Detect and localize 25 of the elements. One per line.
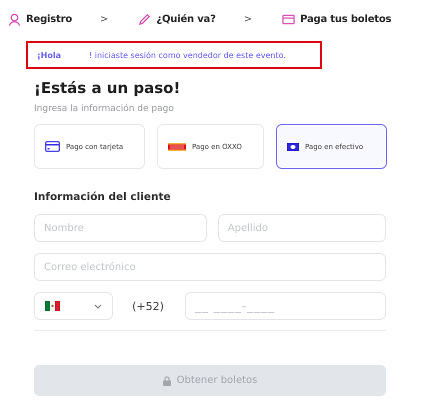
step-separator: > <box>244 14 252 24</box>
phone-field[interactable]: __ ____-____ <box>185 292 386 320</box>
chevron-down-icon <box>94 304 102 308</box>
subtitle: Ingresa la información de pago <box>34 104 175 114</box>
country-select[interactable] <box>34 292 113 320</box>
step-label[interactable]: ¿Quién va? <box>138 12 216 26</box>
step-label[interactable]: Registro <box>8 12 72 26</box>
user-icon <box>8 12 21 26</box>
banknote-icon <box>287 142 299 150</box>
last-name-field[interactable]: Apellido <box>218 214 386 242</box>
card-icon <box>282 14 296 24</box>
credit-card-icon <box>45 141 60 152</box>
pencil-icon <box>138 12 152 26</box>
page-title: ¡Estás a un paso! <box>34 79 182 97</box>
store-logo-icon <box>168 142 186 150</box>
flag-icon <box>45 301 60 311</box>
step-separator: > <box>100 14 108 24</box>
dial-code: (+52) <box>131 300 165 312</box>
notice-text: ! iniciaste sesión como vendedor de este evento. <box>88 50 286 60</box>
step-label[interactable]: Paga tus boletos <box>282 14 392 24</box>
section-heading: Información del cliente <box>34 191 172 203</box>
greeting-text: ¡Hola <box>37 50 61 60</box>
lock-icon <box>162 376 171 386</box>
first-name-field[interactable]: Nombre <box>34 214 207 242</box>
email-field[interactable]: Correo electrónico <box>34 253 386 281</box>
